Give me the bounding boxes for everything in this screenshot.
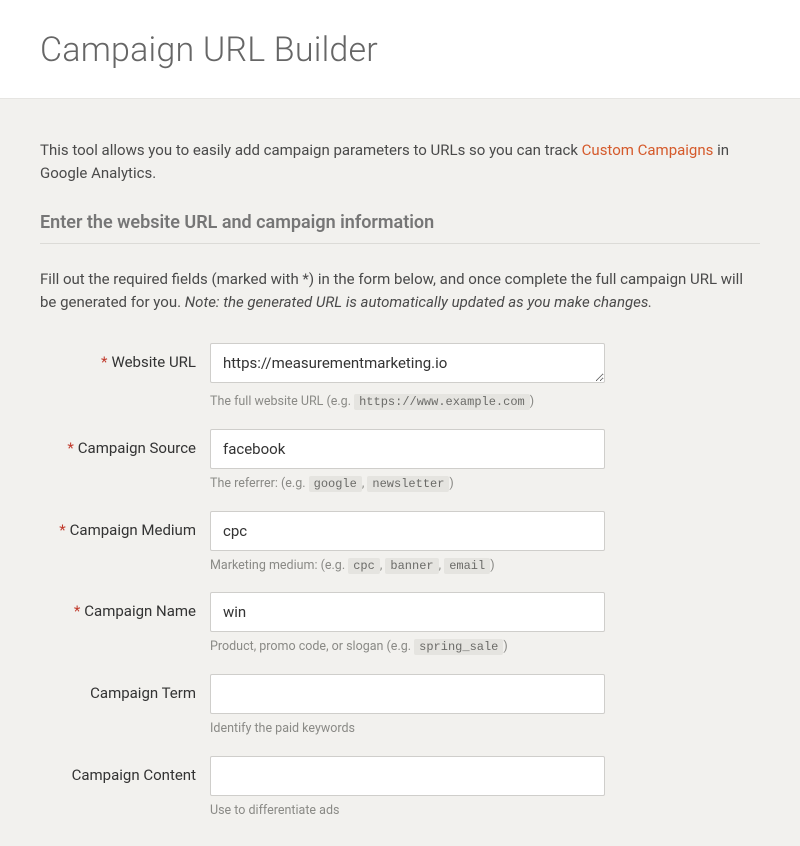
campaign-name-input[interactable] xyxy=(210,592,605,632)
website-url-input[interactable] xyxy=(210,343,605,383)
campaign-source-input[interactable] xyxy=(210,429,605,469)
label-campaign-source: * Campaign Source xyxy=(40,429,210,457)
campaign-medium-input[interactable] xyxy=(210,511,605,551)
page-title: Campaign URL Builder xyxy=(40,30,760,70)
label-campaign-content: Campaign Content xyxy=(40,756,210,784)
label-campaign-medium: * Campaign Medium xyxy=(40,511,210,539)
intro-prefix: This tool allows you to easily add campa… xyxy=(40,141,582,159)
label-text-website-url: Website URL xyxy=(112,353,196,371)
label-campaign-name: *Campaign Name xyxy=(40,592,210,620)
instructions: Fill out the required fields (marked wit… xyxy=(40,268,760,313)
label-text-campaign-content: Campaign Content xyxy=(72,766,196,784)
required-star-icon: * xyxy=(67,439,73,457)
required-star-icon: * xyxy=(59,521,65,539)
custom-campaigns-link[interactable]: Custom Campaigns xyxy=(582,141,714,159)
helper-campaign-name: Product, promo code, or slogan (e.g. spr… xyxy=(210,638,605,656)
field-row-campaign-source: * Campaign Source The referrer: (e.g. goo… xyxy=(40,429,760,493)
label-campaign-term: Campaign Term xyxy=(40,674,210,702)
label-text-campaign-medium: Campaign Medium xyxy=(70,521,196,539)
field-row-campaign-term: Campaign Term Identify the paid keywords xyxy=(40,674,760,738)
label-website-url: * Website URL xyxy=(40,343,210,371)
field-row-campaign-medium: * Campaign Medium Marketing medium: (e.g.… xyxy=(40,511,760,575)
helper-website-url: The full website URL (e.g. https://www.e… xyxy=(210,393,605,411)
helper-campaign-source: The referrer: (e.g. google, newsletter) xyxy=(210,475,605,493)
field-row-campaign-content: Campaign Content Use to differentiate ad… xyxy=(40,756,760,820)
campaign-content-input[interactable] xyxy=(210,756,605,796)
intro-text: This tool allows you to easily add campa… xyxy=(40,139,760,184)
header: Campaign URL Builder xyxy=(0,0,800,98)
helper-campaign-medium: Marketing medium: (e.g. cpc, banner, ema… xyxy=(210,557,605,575)
label-text-campaign-source: Campaign Source xyxy=(78,439,196,457)
field-row-campaign-name: *Campaign Name Product, promo code, or s… xyxy=(40,592,760,656)
label-text-campaign-name: Campaign Name xyxy=(84,602,196,620)
instructions-note: Note: the generated URL is automatically… xyxy=(185,293,652,311)
campaign-term-input[interactable] xyxy=(210,674,605,714)
required-star-icon: * xyxy=(101,353,107,371)
main-content: This tool allows you to easily add campa… xyxy=(0,98,800,846)
required-star-icon: * xyxy=(74,602,80,620)
label-text-campaign-term: Campaign Term xyxy=(90,684,196,702)
helper-campaign-term: Identify the paid keywords xyxy=(210,720,605,738)
field-row-website-url: * Website URL The full website URL (e.g. … xyxy=(40,343,760,411)
section-title: Enter the website URL and campaign infor… xyxy=(40,212,760,244)
helper-campaign-content: Use to differentiate ads xyxy=(210,802,605,820)
form: * Website URL The full website URL (e.g. … xyxy=(40,343,760,819)
